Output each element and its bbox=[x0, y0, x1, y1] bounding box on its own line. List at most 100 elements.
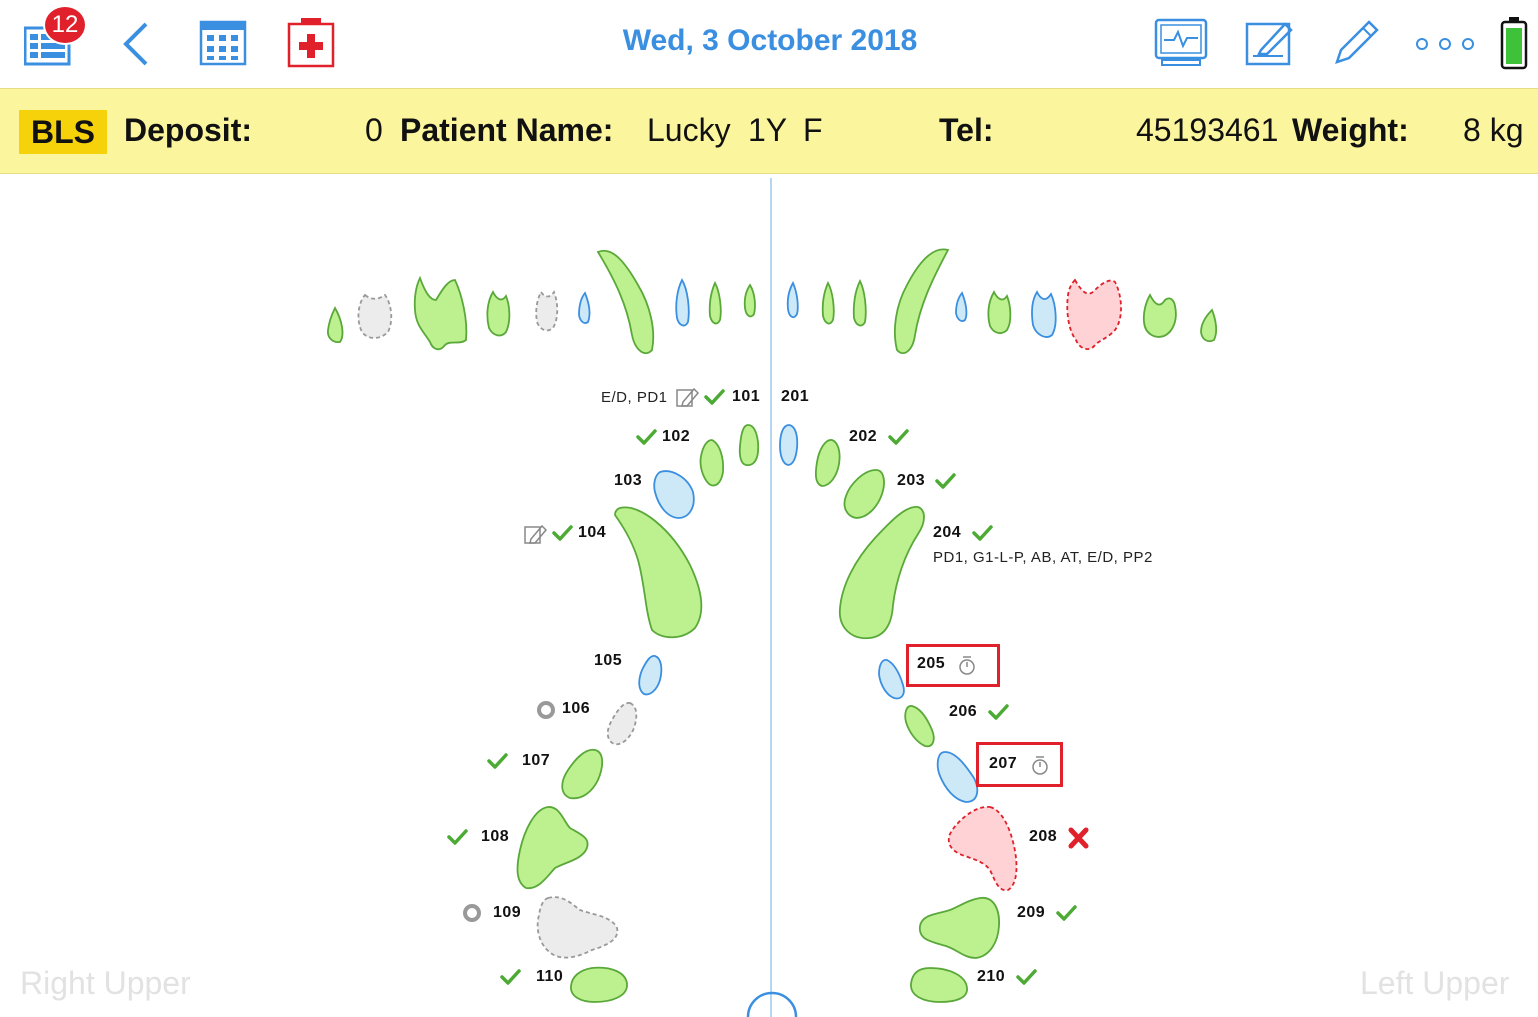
edit-icon bbox=[524, 524, 548, 544]
calendar-icon[interactable] bbox=[199, 20, 247, 66]
tooth-label-109[interactable]: 109 bbox=[493, 904, 521, 922]
lateral-tooth bbox=[821, 280, 835, 325]
medical-kit-icon[interactable] bbox=[287, 16, 335, 68]
lateral-tooth-treated bbox=[675, 278, 690, 327]
battery-icon bbox=[1500, 16, 1528, 70]
quadrant-label-right: Right Upper bbox=[20, 965, 191, 1001]
tooth-201-shape bbox=[779, 424, 799, 466]
tooth-label-107[interactable]: 107 bbox=[522, 752, 550, 770]
tooth-label-206[interactable]: 206 bbox=[949, 703, 977, 721]
tooth-label-108[interactable]: 108 bbox=[481, 828, 509, 846]
tooth-label-207[interactable]: 207 bbox=[989, 755, 1017, 773]
lateral-tooth bbox=[708, 280, 722, 325]
tooth-207-shape bbox=[936, 751, 979, 803]
tooth-107-shape bbox=[561, 748, 604, 800]
patient-name-label: Patient Name: bbox=[400, 112, 614, 148]
more-icon[interactable] bbox=[1415, 36, 1475, 52]
tel-value: 45193461 bbox=[1136, 112, 1279, 148]
pencil-icon[interactable] bbox=[1333, 18, 1381, 66]
tooth-label-203[interactable]: 203 bbox=[897, 472, 925, 490]
tooth-label-105[interactable]: 105 bbox=[594, 652, 622, 670]
tooth-206-shape bbox=[904, 705, 935, 748]
monitor-icon[interactable] bbox=[1154, 18, 1208, 68]
lateral-tooth bbox=[486, 290, 511, 337]
tooth-109-shape bbox=[536, 896, 619, 959]
tooth-label-204[interactable]: 204 bbox=[933, 524, 961, 542]
tooth-204-shape bbox=[839, 506, 925, 640]
tooth-106-shape bbox=[606, 702, 638, 746]
patient-sex: F bbox=[803, 112, 823, 148]
tooth-label-201[interactable]: 201 bbox=[781, 388, 809, 406]
tooth-label-208[interactable]: 208 bbox=[1029, 828, 1057, 846]
tooth-label-210[interactable]: 210 bbox=[977, 968, 1005, 986]
quadrant-label-left: Left Upper bbox=[1360, 965, 1510, 1001]
cross-icon bbox=[1068, 827, 1089, 849]
check-icon bbox=[704, 389, 725, 405]
midline-handle bbox=[746, 991, 798, 1017]
lateral-tooth-missing bbox=[357, 293, 393, 339]
missing-ring-icon bbox=[537, 701, 555, 719]
tooth-205-shape bbox=[878, 659, 905, 700]
lateral-tooth bbox=[987, 290, 1012, 334]
tooth-202-shape bbox=[814, 439, 841, 487]
check-icon bbox=[972, 525, 993, 541]
lateral-tooth-treated bbox=[578, 291, 591, 324]
patient-age: 1Y bbox=[748, 112, 788, 148]
check-icon bbox=[500, 969, 521, 985]
tooth-label-102[interactable]: 102 bbox=[662, 428, 690, 446]
tooth-208-shape bbox=[947, 806, 1018, 892]
lateral-tooth-treated bbox=[1031, 290, 1057, 338]
lateral-tooth-treated bbox=[786, 281, 799, 319]
check-icon bbox=[1016, 969, 1037, 985]
check-icon bbox=[1056, 905, 1077, 921]
tooth-209-shape bbox=[919, 897, 1000, 959]
check-icon bbox=[935, 473, 956, 489]
tooth-label-104[interactable]: 104 bbox=[578, 524, 606, 542]
check-icon bbox=[988, 704, 1009, 720]
weight-label: Weight: bbox=[1292, 112, 1409, 148]
tooth-label-103[interactable]: 103 bbox=[614, 472, 642, 490]
lateral-tooth bbox=[852, 278, 867, 327]
tooth-210-shape bbox=[910, 967, 968, 1003]
tooth-103-shape bbox=[653, 470, 695, 519]
lateral-tooth bbox=[1142, 293, 1177, 338]
tooth-108-shape bbox=[516, 806, 589, 890]
tooth-104-shape bbox=[614, 506, 703, 639]
lateral-canine bbox=[894, 248, 950, 355]
notification-badge: 12 bbox=[43, 5, 87, 45]
edit-note-icon[interactable] bbox=[1245, 18, 1293, 66]
check-icon bbox=[447, 829, 468, 845]
tel-label: Tel: bbox=[939, 112, 994, 148]
tooth-204-notes: PD1, G1-L-P, AB, AT, E/D, PP2 bbox=[933, 549, 1153, 566]
lateral-tooth bbox=[743, 283, 756, 318]
tooth-label-205[interactable]: 205 bbox=[917, 655, 945, 673]
check-icon bbox=[552, 525, 573, 541]
tooth-label-101[interactable]: 101 bbox=[732, 388, 760, 406]
tooth-101-notes: E/D, PD1 bbox=[601, 389, 668, 406]
deposit-value: 0 bbox=[365, 112, 383, 148]
top-toolbar: 12 Wed, 3 October 2018 bbox=[0, 0, 1538, 88]
tooth-101-shape bbox=[738, 424, 760, 467]
lateral-tooth-treated bbox=[955, 291, 968, 322]
lateral-canine bbox=[596, 249, 655, 355]
date-title[interactable]: Wed, 3 October 2018 bbox=[560, 24, 980, 58]
patient-name: Lucky bbox=[647, 112, 731, 148]
check-icon bbox=[888, 429, 909, 445]
missing-ring-icon bbox=[463, 904, 481, 922]
tooth-110-shape bbox=[570, 966, 628, 1003]
tooth-label-202[interactable]: 202 bbox=[849, 428, 877, 446]
tooth-105-shape bbox=[638, 655, 663, 696]
tooth-label-106[interactable]: 106 bbox=[562, 700, 590, 718]
check-icon bbox=[636, 429, 657, 445]
tooth-102-shape bbox=[699, 439, 725, 487]
tooth-label-110[interactable]: 110 bbox=[536, 968, 563, 986]
tooth-203-shape bbox=[843, 469, 885, 519]
lateral-tooth bbox=[413, 275, 468, 351]
lateral-tooth-extracted bbox=[1066, 278, 1122, 351]
weight-value: 8 kg bbox=[1463, 112, 1524, 148]
lateral-tooth-missing bbox=[535, 290, 559, 332]
tooth-label-209[interactable]: 209 bbox=[1017, 904, 1045, 922]
edit-icon bbox=[676, 387, 700, 407]
bls-tag: BLS bbox=[19, 110, 107, 154]
back-chevron-icon[interactable] bbox=[122, 22, 152, 66]
